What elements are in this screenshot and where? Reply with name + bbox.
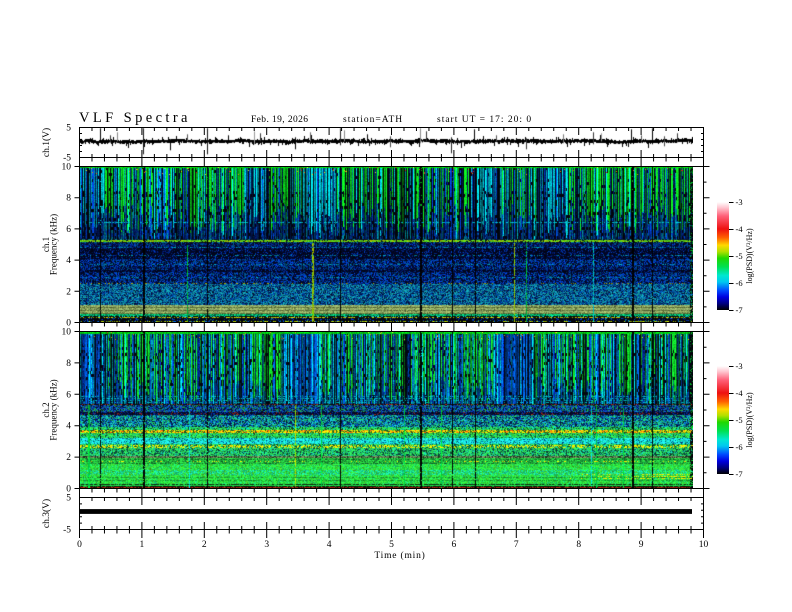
svg-text:5: 5 [389, 540, 394, 550]
svg-text:10: 10 [699, 540, 709, 550]
svg-text:-4: -4 [736, 224, 744, 234]
svg-text:log(PSD)(V²/Hz): log(PSD)(V²/Hz) [745, 392, 754, 448]
svg-text:Feb. 19, 2026: Feb. 19, 2026 [251, 115, 308, 125]
svg-text:-7: -7 [736, 305, 743, 315]
svg-text:-4: -4 [736, 388, 744, 398]
svg-text:6: 6 [66, 225, 71, 235]
svg-text:station=ATH: station=ATH [343, 115, 403, 125]
svg-text:10: 10 [62, 163, 72, 173]
svg-text:2: 2 [66, 453, 71, 463]
svg-text:3: 3 [264, 540, 269, 550]
svg-text:9: 9 [639, 540, 644, 550]
svg-text:7: 7 [514, 540, 519, 550]
svg-text:-6: -6 [736, 278, 743, 288]
svg-text:1: 1 [140, 540, 145, 550]
svg-text:6: 6 [66, 390, 71, 400]
svg-text:-5: -5 [736, 251, 743, 261]
svg-text:Frequency (kHz): Frequency (kHz) [49, 379, 59, 440]
svg-text:-7: -7 [736, 469, 743, 479]
svg-text:6: 6 [452, 540, 457, 550]
svg-text:-5: -5 [63, 526, 71, 536]
svg-text:4: 4 [66, 256, 71, 266]
svg-text:8: 8 [66, 359, 71, 369]
svg-text:-3: -3 [736, 197, 743, 207]
svg-text:VLF Spectra: VLF Spectra [79, 110, 191, 126]
svg-text:ch.1(V): ch.1(V) [41, 128, 52, 157]
svg-text:Frequency (kHz): Frequency (kHz) [49, 214, 59, 275]
svg-text:start UT = 17: 20: 0: start UT = 17: 20: 0 [437, 115, 532, 125]
svg-text:2: 2 [66, 287, 71, 297]
svg-text:4: 4 [66, 422, 71, 432]
svg-text:ch.3(V): ch.3(V) [41, 499, 52, 528]
svg-text:4: 4 [327, 540, 332, 550]
svg-text:5: 5 [66, 494, 71, 504]
svg-text:0: 0 [77, 540, 82, 550]
svg-text:log(PSD)(V²/Hz): log(PSD)(V²/Hz) [745, 228, 754, 284]
svg-text:8: 8 [576, 540, 581, 550]
svg-text:-3: -3 [736, 361, 743, 371]
svg-text:5: 5 [66, 124, 71, 134]
svg-text:10: 10 [62, 328, 72, 338]
svg-text:Time (min): Time (min) [374, 550, 425, 561]
svg-text:2: 2 [202, 540, 207, 550]
svg-text:-6: -6 [736, 442, 743, 452]
svg-text:-5: -5 [736, 415, 743, 425]
svg-text:8: 8 [66, 194, 71, 204]
